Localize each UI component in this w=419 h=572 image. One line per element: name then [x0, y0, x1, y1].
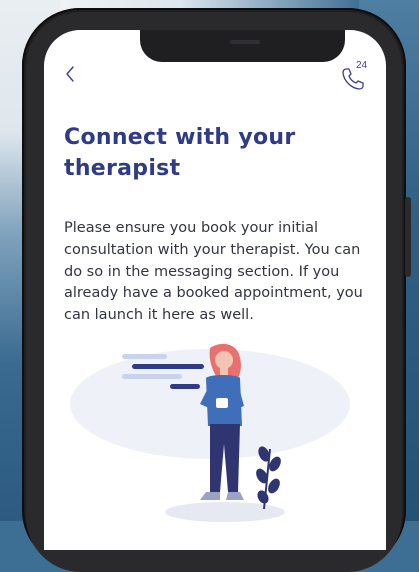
- instructions-text: Please ensure you book your initial cons…: [64, 220, 363, 324]
- woman-phone: [216, 398, 228, 408]
- speech-line-1: [122, 354, 167, 359]
- call-24-button[interactable]: 24: [340, 60, 374, 92]
- back-button[interactable]: [60, 64, 80, 84]
- speech-line-4: [170, 384, 200, 389]
- notch-speaker: [230, 40, 260, 44]
- phone-notch: [140, 30, 345, 62]
- call-badge: 24: [356, 60, 368, 71]
- illustration-ground: [165, 502, 285, 522]
- speech-line-2: [132, 364, 204, 369]
- chevron-left-icon: [66, 66, 74, 82]
- woman-neck: [220, 368, 228, 376]
- woman-shoe-left: [200, 492, 220, 500]
- woman-shoe-right: [226, 492, 244, 500]
- phone-side-button: [405, 197, 411, 277]
- woman-face: [215, 351, 233, 369]
- plant-leaf: [268, 478, 280, 494]
- speech-line-3: [122, 374, 182, 379]
- therapist-illustration: [70, 343, 350, 522]
- page-title: Connect with your therapist: [64, 125, 296, 181]
